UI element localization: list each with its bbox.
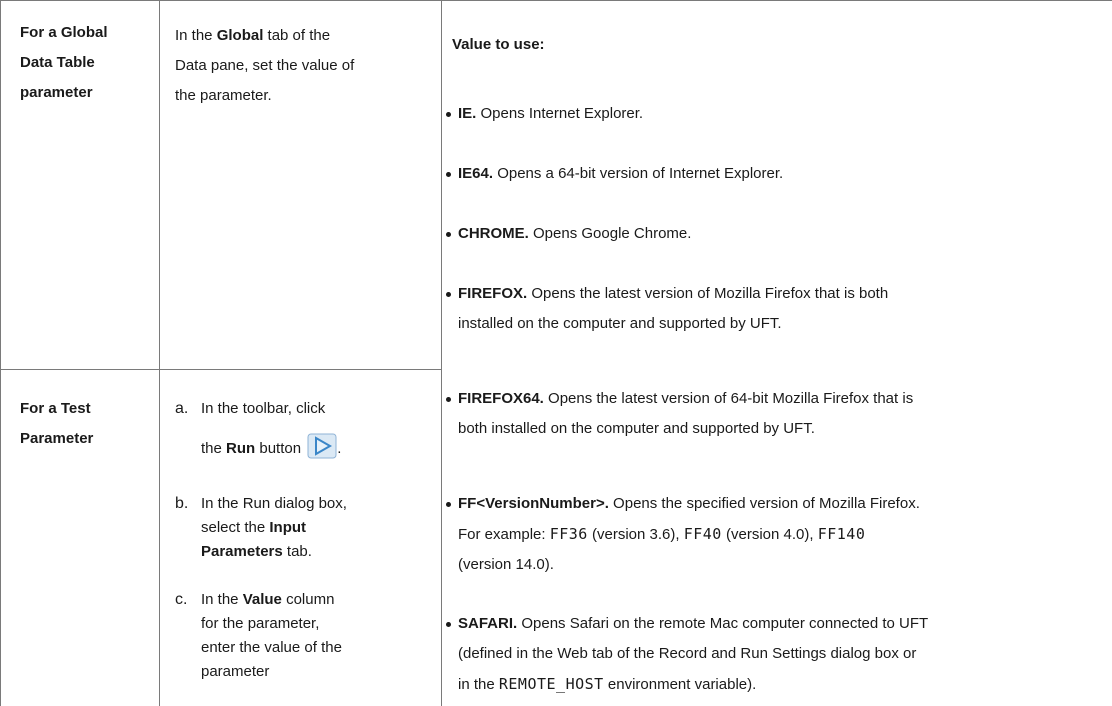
browser-parameter-table: For a Global Data Table parameter In the… <box>0 0 1112 706</box>
label-line: For a Global <box>20 24 108 41</box>
bullet <box>446 502 451 507</box>
label-line: Data Table <box>20 54 95 71</box>
step-c: c. In the Value column for the parameter… <box>175 591 342 680</box>
col-divider-2 <box>159 0 160 706</box>
bullet <box>446 112 451 117</box>
list-item-chrome: CHROME. Opens Google Chrome. <box>446 219 1106 249</box>
bullet <box>446 622 451 627</box>
values-heading: Value to use: <box>452 36 545 53</box>
bullet <box>446 397 451 402</box>
global-row-label: For a Global Data Table parameter <box>20 21 150 105</box>
bullet <box>446 232 451 237</box>
col-divider-3 <box>441 0 442 706</box>
step-b: b. In the Run dialog box, select the Inp… <box>175 495 347 560</box>
list-item-ie64: IE64. Opens a 64-bit version of Internet… <box>446 159 1106 189</box>
col-divider-1 <box>0 0 1 706</box>
row-divider <box>0 369 441 370</box>
bullet <box>446 172 451 177</box>
list-item-firefox64: FIREFOX64. Opens the latest version of 6… <box>446 384 1106 444</box>
list-item-safari: SAFARI. Opens Safari on the remote Mac c… <box>446 609 1106 700</box>
label-line: For a Test <box>20 400 91 417</box>
label-line: Parameter <box>20 430 94 447</box>
run-play-icon[interactable] <box>307 433 337 459</box>
test-row-label: For a Test Parameter <box>20 397 150 451</box>
bullet <box>446 292 451 297</box>
table-top-border <box>0 0 1112 1</box>
global-instruction: In the Global tab of the Data pane, set … <box>175 27 355 104</box>
list-item-ff-version: FF<VersionNumber>. Opens the specified v… <box>446 489 1106 580</box>
label-line: parameter <box>20 84 93 101</box>
list-item-firefox: FIREFOX. Opens the latest version of Moz… <box>446 279 1106 339</box>
list-item-ie: IE. Opens Internet Explorer. <box>446 99 1106 129</box>
step-a: a. In the toolbar, click the Run button … <box>175 400 342 459</box>
